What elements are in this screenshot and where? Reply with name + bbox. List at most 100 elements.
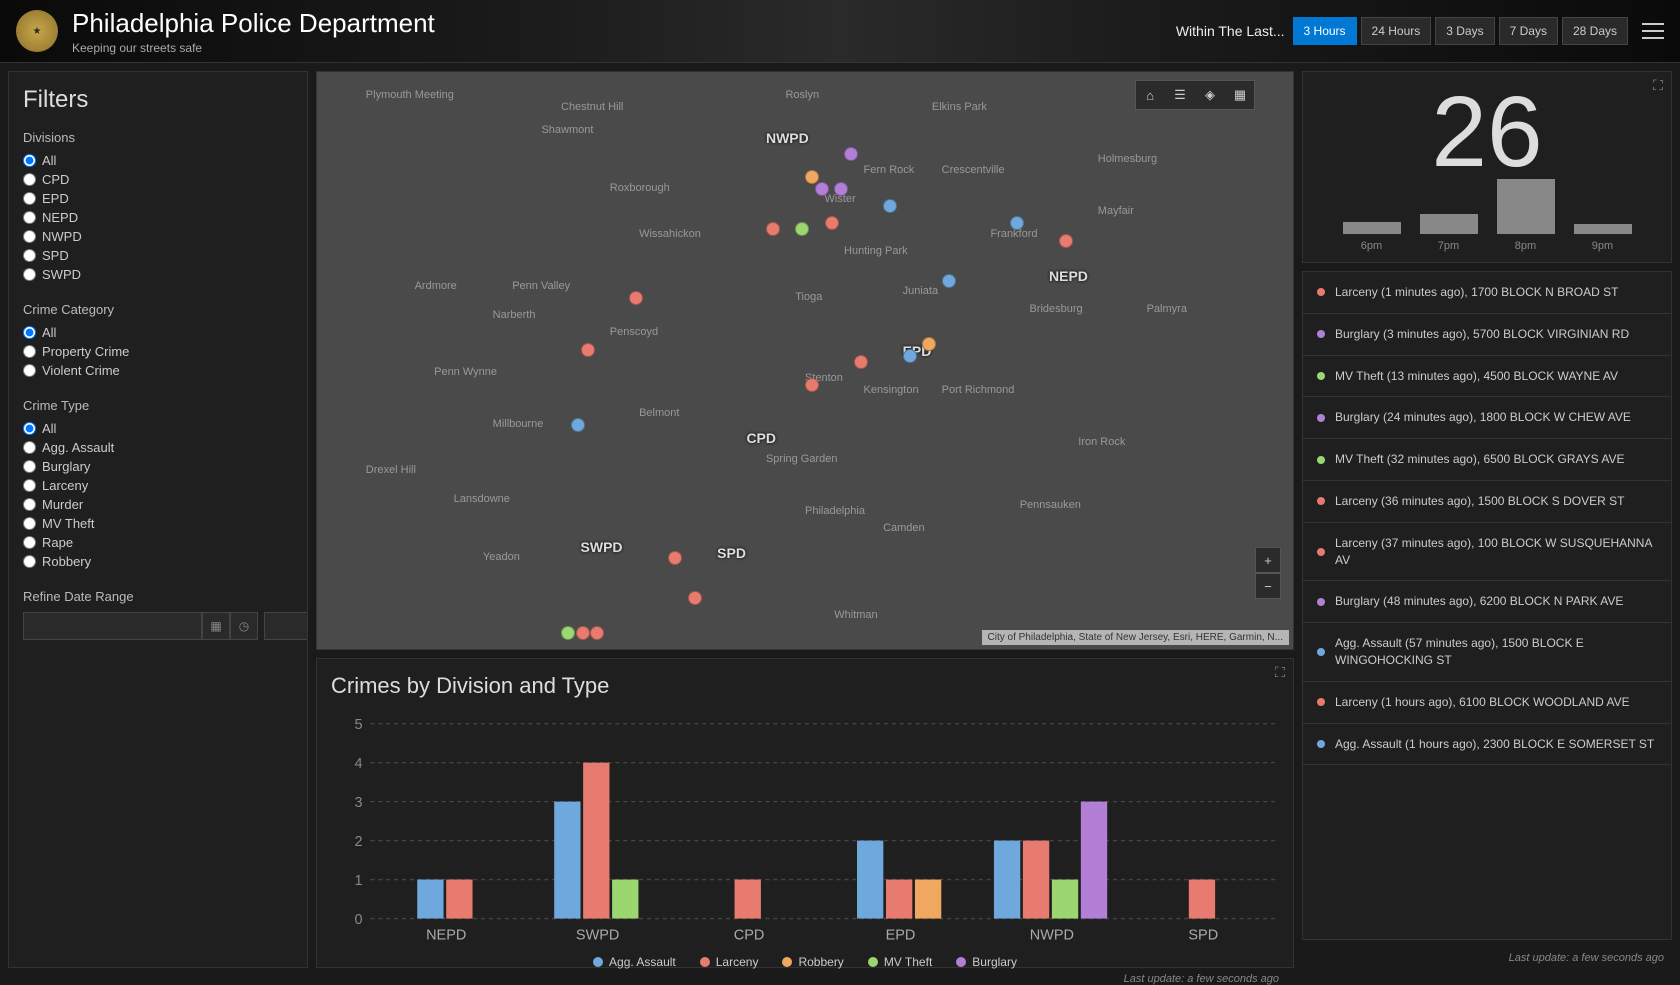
map-marker[interactable] [766,222,780,236]
crimetype-option[interactable]: All [23,421,293,436]
map-marker[interactable] [825,216,839,230]
map-marker[interactable] [795,222,809,236]
crimetype-radio[interactable] [23,498,36,511]
crimetype-option[interactable]: Rape [23,535,293,550]
map-marker[interactable] [815,182,829,196]
event-row[interactable]: MV Theft (13 minutes ago), 4500 BLOCK WA… [1303,356,1671,398]
map-marker[interactable] [571,418,585,432]
event-row[interactable]: Agg. Assault (57 minutes ago), 1500 BLOC… [1303,623,1671,682]
time-btn-7-days[interactable]: 7 Days [1499,17,1558,45]
map[interactable]: ⌂ ☰ ◈ ▦ + − City of Philadelphia, State … [317,72,1293,649]
division-option[interactable]: SPD [23,248,293,263]
division-radio[interactable] [23,154,36,167]
list-icon[interactable]: ☰ [1166,81,1194,109]
crimetype-radio[interactable] [23,517,36,530]
event-row[interactable]: Larceny (36 minutes ago), 1500 BLOCK S D… [1303,481,1671,523]
division-option[interactable]: NWPD [23,229,293,244]
event-row[interactable]: Agg. Assault (1 hours ago), 2300 BLOCK E… [1303,724,1671,766]
legend-item[interactable]: MV Theft [868,955,932,969]
event-row[interactable]: Burglary (24 minutes ago), 1800 BLOCK W … [1303,397,1671,439]
event-row[interactable]: Larceny (1 minutes ago), 1700 BLOCK N BR… [1303,272,1671,314]
event-row[interactable]: Larceny (37 minutes ago), 100 BLOCK W SU… [1303,523,1671,582]
category-option[interactable]: Property Crime [23,344,293,359]
map-marker[interactable] [668,551,682,565]
menu-icon[interactable] [1642,23,1664,39]
division-option[interactable]: EPD [23,191,293,206]
crimetype-option[interactable]: Agg. Assault [23,440,293,455]
zoom-out-button[interactable]: − [1255,573,1281,599]
crimetype-option[interactable]: Burglary [23,459,293,474]
category-option[interactable]: All [23,325,293,340]
time-btn-24-hours[interactable]: 24 Hours [1361,17,1432,45]
map-marker[interactable] [590,626,604,640]
crimetype-radio[interactable] [23,536,36,549]
category-option[interactable]: Violent Crime [23,363,293,378]
event-row[interactable]: MV Theft (32 minutes ago), 6500 BLOCK GR… [1303,439,1671,481]
map-marker[interactable] [581,343,595,357]
time-btn-3-hours[interactable]: 3 Hours [1293,17,1357,45]
clock-icon[interactable]: ◷ [230,612,258,640]
map-marker[interactable] [942,274,956,288]
legend-item[interactable]: Burglary [956,955,1017,969]
division-radio[interactable] [23,173,36,186]
crimetype-radio[interactable] [23,479,36,492]
division-radio[interactable] [23,230,36,243]
app-subtitle: Keeping our streets safe [72,41,1176,55]
map-marker[interactable] [922,337,936,351]
crimetype-radio[interactable] [23,460,36,473]
map-marker[interactable] [805,170,819,184]
map-marker[interactable] [883,199,897,213]
map-marker[interactable] [854,355,868,369]
date-to-input[interactable] [264,612,308,640]
place-label: Whitman [834,609,877,621]
time-btn-28-days[interactable]: 28 Days [1562,17,1628,45]
crimetype-radio[interactable] [23,441,36,454]
crimetype-option[interactable]: Larceny [23,478,293,493]
map-marker[interactable] [903,349,917,363]
division-radio[interactable] [23,192,36,205]
layers-icon[interactable]: ◈ [1196,81,1224,109]
map-marker[interactable] [561,626,575,640]
category-radio[interactable] [23,345,36,358]
date-from-input[interactable] [23,612,202,640]
zoom-in-button[interactable]: + [1255,547,1281,573]
event-row[interactable]: Burglary (48 minutes ago), 6200 BLOCK N … [1303,581,1671,623]
map-marker[interactable] [834,182,848,196]
calendar-icon[interactable]: ▦ [202,612,230,640]
map-marker[interactable] [688,591,702,605]
place-label: Port Richmond [942,384,1015,396]
crimetype-option[interactable]: Murder [23,497,293,512]
home-icon[interactable]: ⌂ [1136,81,1164,109]
crimetype-option[interactable]: Robbery [23,554,293,569]
division-radio[interactable] [23,211,36,224]
crimetype-option[interactable]: MV Theft [23,516,293,531]
map-marker[interactable] [576,626,590,640]
basemap-icon[interactable]: ▦ [1226,81,1254,109]
map-marker[interactable] [844,147,858,161]
map-marker[interactable] [805,378,819,392]
legend-item[interactable]: Larceny [700,955,759,969]
event-row[interactable]: Larceny (1 hours ago), 6100 BLOCK WOODLA… [1303,682,1671,724]
event-row[interactable]: Burglary (3 minutes ago), 5700 BLOCK VIR… [1303,314,1671,356]
legend-item[interactable]: Agg. Assault [593,955,676,969]
time-btn-3-days[interactable]: 3 Days [1435,17,1494,45]
event-text: Larceny (36 minutes ago), 1500 BLOCK S D… [1335,493,1624,510]
header: ★ Philadelphia Police Department Keeping… [0,0,1680,63]
division-radio[interactable] [23,268,36,281]
svg-text:CPD: CPD [734,928,765,944]
division-option[interactable]: NEPD [23,210,293,225]
division-option[interactable]: All [23,153,293,168]
crimetype-radio[interactable] [23,422,36,435]
expand-icon[interactable]: ⛶ [1271,663,1289,681]
expand-icon[interactable]: ⛶ [1649,76,1667,94]
legend-item[interactable]: Robbery [782,955,843,969]
map-marker[interactable] [629,291,643,305]
division-radio[interactable] [23,249,36,262]
map-marker[interactable] [1059,234,1073,248]
category-radio[interactable] [23,326,36,339]
crimetype-radio[interactable] [23,555,36,568]
category-radio[interactable] [23,364,36,377]
district-label: CPD [746,430,776,446]
division-option[interactable]: CPD [23,172,293,187]
division-option[interactable]: SWPD [23,267,293,282]
